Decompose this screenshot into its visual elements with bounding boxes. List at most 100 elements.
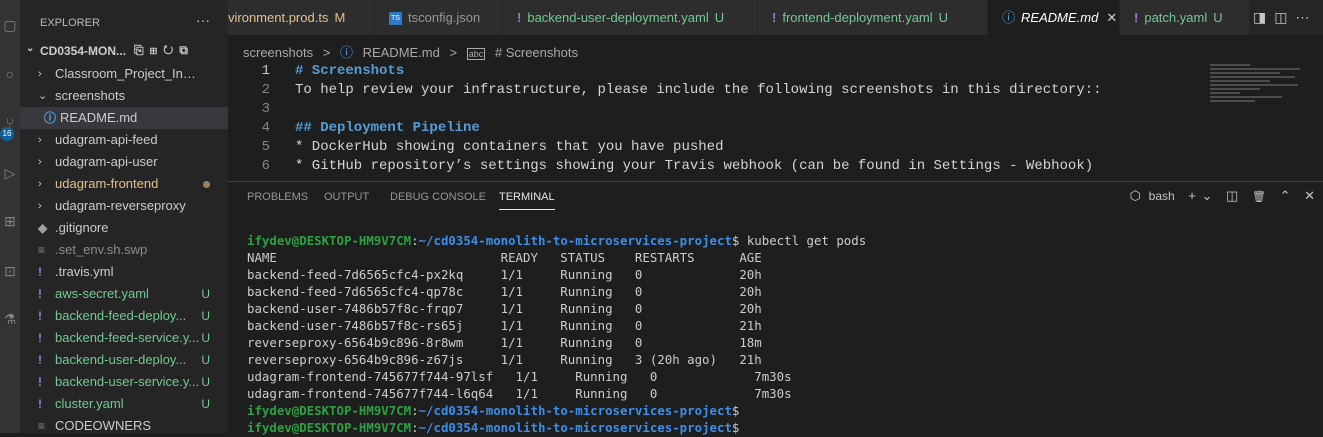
terminal-output[interactable]: ifydev@DESKTOP-HM9V7CM:~/cd0354-monolith… xyxy=(247,232,866,436)
yaml-icon: ! xyxy=(1134,10,1139,25)
file-lines-icon: ≡ xyxy=(38,243,46,257)
tab-status: U xyxy=(1213,10,1223,25)
run-debug-icon[interactable]: ▷ xyxy=(0,162,20,184)
minimap[interactable] xyxy=(1210,62,1308,122)
explorer-tools: ⎘⊞↻⧉ xyxy=(134,43,194,58)
breadcrumb-file[interactable]: README.md xyxy=(363,45,440,60)
yaml-icon: ! xyxy=(38,265,42,279)
panel-tabs: PROBLEMS OUTPUT DEBUG CONSOLE TERMINAL ⬡… xyxy=(228,182,1323,214)
tab-label: tsconfig.json xyxy=(408,10,481,25)
tree-item-label: .set_env.sh.swp xyxy=(55,242,148,257)
file-lines-icon: ≡ xyxy=(38,419,46,433)
line-number: 2 xyxy=(261,82,270,98)
tree-item[interactable]: ! backend-user-service.y... U xyxy=(20,371,228,393)
tree-item-label: .gitignore xyxy=(55,220,109,235)
prompt-path: ~/cd0354-monolith-to-microservices-proje… xyxy=(418,403,732,418)
new-file-icon[interactable]: ⎘ xyxy=(134,43,150,57)
tab-label: vironment.prod.ts xyxy=(228,10,329,25)
source-control-badge: 16 xyxy=(0,127,14,141)
prompt-path: ~/cd0354-monolith-to-microservices-proje… xyxy=(418,233,732,248)
tree-item-label: README.md xyxy=(60,110,138,125)
tree-item[interactable]: ≡ .set_env.sh.swp xyxy=(20,239,228,261)
more-actions-icon[interactable]: ⋯ xyxy=(1295,9,1317,25)
code-line: # Screenshots xyxy=(295,63,405,79)
tree-item[interactable]: ! backend-feed-deploy... U xyxy=(20,305,228,327)
git-status-badge: U xyxy=(201,309,210,323)
editor-tab[interactable]: TS tsconfig.json xyxy=(375,0,503,35)
tab-debug-console[interactable]: DEBUG CONSOLE xyxy=(390,191,486,203)
tab-output[interactable]: OUTPUT xyxy=(324,191,369,203)
editor-tab[interactable]: vironment.prod.ts M xyxy=(228,0,375,35)
tab-problems[interactable]: PROBLEMS xyxy=(247,191,308,203)
terminal-actions: ⬡ bash + ⌄ ◫ 🗑 ⌃ ✕ xyxy=(1120,188,1315,210)
yaml-icon: ! xyxy=(38,375,42,389)
search-icon[interactable]: ○ xyxy=(0,63,20,85)
refresh-icon[interactable]: ↻ xyxy=(163,43,179,57)
editor-tab[interactable]: ! frontend-deployment.yaml U xyxy=(758,0,988,35)
terminal-pod-row: backend-feed-7d6565cfc4-qp78c 1/1 Runnin… xyxy=(247,284,762,299)
line-number: 5 xyxy=(261,139,270,155)
terminal-shell-label[interactable]: bash xyxy=(1149,189,1175,203)
explorer-title: EXPLORER xyxy=(40,17,100,29)
tree-item[interactable]: › udagram-frontend xyxy=(20,173,228,195)
terminal-prompt-line: ifydev@DESKTOP-HM9V7CM:~/cd0354-monolith… xyxy=(247,420,740,435)
tree-item[interactable]: ! cluster.yaml U xyxy=(20,393,228,415)
testing-icon[interactable]: ⚗ xyxy=(0,308,20,330)
more-actions-icon[interactable]: ··· xyxy=(196,12,210,28)
editor-tab[interactable]: ! patch.yaml U xyxy=(1120,0,1250,35)
tree-item[interactable]: › udagram-api-user xyxy=(20,151,228,173)
tree-item[interactable]: ⌄ screenshots xyxy=(20,85,228,107)
file-tree: › Classroom_Project_Instructi... ⌄ screensh… xyxy=(20,63,228,437)
terminal-dropdown-icon[interactable]: ⌄ xyxy=(1202,188,1213,203)
new-terminal-icon[interactable]: + xyxy=(1188,188,1196,203)
tree-item[interactable]: ! backend-user-deploy... U xyxy=(20,349,228,371)
tree-item-label: udagram-api-user xyxy=(55,154,158,169)
editor-tab[interactable]: ⓘ README.md ✕ xyxy=(988,0,1120,35)
split-editor-icon[interactable]: ◫ xyxy=(1274,9,1295,25)
tree-item[interactable]: › udagram-api-feed xyxy=(20,129,228,151)
tree-item[interactable]: › udagram-reverseproxy xyxy=(20,195,228,217)
code-editor[interactable]: 1 # Screenshots 2 To help review your infra… xyxy=(228,62,1323,178)
terminal-pod-row: udagram-frontend-745677f744-l6q64 1/1 Ru… xyxy=(247,386,792,401)
maximize-panel-icon[interactable]: ⌃ xyxy=(1280,188,1291,203)
tab-status: U xyxy=(938,10,949,25)
files-icon[interactable]: ▢ xyxy=(0,14,20,36)
close-panel-icon[interactable]: ✕ xyxy=(1304,188,1315,203)
prompt-user: ifydev@DESKTOP-HM9V7CM xyxy=(247,403,412,418)
breadcrumb-folder[interactable]: screenshots xyxy=(243,45,313,60)
split-terminal-icon[interactable]: ◫ xyxy=(1226,188,1238,203)
extensions-icon[interactable]: ⊞ xyxy=(0,210,20,232)
chevron-down-icon: ⌄ xyxy=(38,90,48,102)
code-line: ## Deployment Pipeline xyxy=(295,120,480,136)
yaml-icon: ! xyxy=(38,397,42,411)
breadcrumb-symbol[interactable]: # Screenshots xyxy=(495,45,578,60)
info-icon: ⓘ xyxy=(1002,10,1016,25)
collapse-all-icon[interactable]: ⧉ xyxy=(179,43,194,57)
breadcrumb: screenshots > ⓘ README.md > abc # Screen… xyxy=(228,42,584,64)
tree-item[interactable]: ◆ .gitignore xyxy=(20,217,228,239)
workspace-folder-label: CD0354-MON... xyxy=(40,44,127,58)
line-number: 3 xyxy=(261,101,270,117)
workspace-folder[interactable]: ⌄ CD0354-MON... ⎘⊞↻⧉ xyxy=(20,40,228,62)
tab-terminal[interactable]: TERMINAL xyxy=(499,191,555,210)
new-folder-icon[interactable]: ⊞ xyxy=(150,43,164,57)
open-preview-icon[interactable]: ◨ xyxy=(1253,9,1274,25)
tree-item[interactable]: ! backend-feed-service.y... U xyxy=(20,327,228,349)
chevron-down-icon: ⌄ xyxy=(26,43,35,54)
tree-item[interactable]: ! .travis.yml xyxy=(20,261,228,283)
tree-item[interactable]: ! aws-secret.yaml U xyxy=(20,283,228,305)
chevron-right-icon: › xyxy=(38,156,42,168)
tree-item-label: Classroom_Project_Instructi... xyxy=(55,66,200,81)
editor-tabs: vironment.prod.ts M TS tsconfig.json! backen… xyxy=(228,0,1323,35)
info-icon: ⓘ xyxy=(339,45,353,60)
remote-explorer-icon[interactable]: ⊡ xyxy=(0,260,20,282)
close-icon[interactable]: ✕ xyxy=(1106,10,1117,25)
tree-item[interactable]: ⓘ README.md xyxy=(20,107,228,129)
git-status-badge: U xyxy=(201,353,210,367)
yaml-icon: ! xyxy=(38,331,42,345)
tree-item[interactable]: › Classroom_Project_Instructi... xyxy=(20,63,228,85)
trash-icon[interactable]: 🗑 xyxy=(1252,191,1266,203)
editor-tab[interactable]: ! backend-user-deployment.yaml U xyxy=(503,0,758,35)
tree-item[interactable]: ≡ CODEOWNERS xyxy=(20,415,228,437)
prompt-user: ifydev@DESKTOP-HM9V7CM xyxy=(247,233,412,248)
